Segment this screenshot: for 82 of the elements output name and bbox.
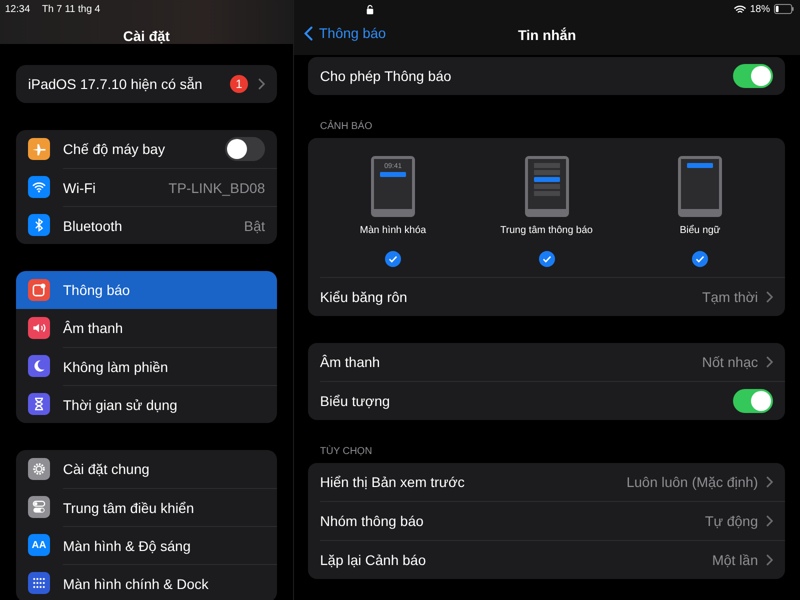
sidebar-item[interactable]: AA Màn hình & Độ sáng: [16, 526, 277, 564]
chevron-icon: [766, 356, 773, 368]
moon-icon: [28, 355, 50, 377]
settings-row[interactable]: Lặp lại Cảnh báo Một lần: [320, 540, 785, 579]
sidebar-item-label: Màn hình chính & Dock: [63, 576, 210, 592]
sidebar-title: Cài đặt: [122, 28, 171, 44]
sidebar-item[interactable]: Thời gian sử dụng: [16, 385, 277, 423]
speaker-icon: [28, 317, 50, 339]
sidebar-item[interactable]: Trung tâm điều khiển: [16, 488, 277, 526]
update-row[interactable]: iPadOS 17.7.10 hiện có sẵn 1: [16, 65, 277, 103]
row-value: Luôn luôn (Mặc định): [626, 474, 758, 490]
update-badge: 1: [230, 75, 248, 93]
page-title: Tin nhắn: [518, 27, 576, 43]
battery-icon: [774, 4, 794, 14]
alert-option-label: Màn hình khóa: [360, 225, 426, 236]
sidebar-item[interactable]: Wi-Fi TP-LINK_BD08: [16, 168, 277, 206]
row-label: Nhóm thông báo: [320, 513, 425, 529]
sidebar-item-label: Trung tâm điều khiển: [63, 500, 195, 516]
section-header: CẢNH BÁO: [319, 119, 374, 134]
row-value: Một lần: [712, 552, 758, 568]
sidebar-item-label: Không làm phiền: [63, 358, 170, 374]
status-time: 12:34: [5, 4, 30, 14]
sidebar-item[interactable]: Chế độ máy bay: [16, 130, 277, 168]
sidebar-item-label: Màn hình & Độ sáng: [63, 538, 192, 554]
hourglass-icon: [28, 393, 50, 415]
text-size-icon: AA: [28, 534, 50, 556]
chevron-icon: [766, 476, 773, 488]
tablet-illustration: [524, 156, 568, 217]
row-value: Tự động: [705, 513, 758, 529]
toggle-switch[interactable]: [733, 389, 773, 413]
sidebar-item[interactable]: Màn hình chính & Dock: [16, 564, 277, 600]
row-value: Tạm thời: [702, 289, 758, 305]
row-label: Lặp lại Cảnh báo: [320, 552, 427, 568]
bluetooth-icon: [28, 214, 50, 236]
alert-option-label: Biểu ngữ: [680, 225, 720, 236]
sidebar-item-label: Thời gian sử dụng: [63, 396, 178, 412]
sidebar-item-label: Thông báo: [63, 282, 131, 298]
sidebar-item[interactable]: Âm thanh: [16, 309, 277, 347]
chevron-icon: [766, 554, 773, 566]
sidebar-item-label: Âm thanh: [63, 320, 124, 336]
tablet-illustration: [678, 156, 722, 217]
update-label: iPadOS 17.7.10 hiện có sẵn: [28, 76, 204, 92]
back-button[interactable]: Thông báo: [302, 23, 388, 43]
checkbox[interactable]: [538, 251, 554, 267]
sidebar-item-label: Bluetooth: [63, 218, 124, 234]
sidebar-item-label: Chế độ máy bay: [63, 141, 166, 157]
sidebar-item-label: Wi-Fi: [63, 180, 97, 196]
row-label: Hiển thị Bản xem trước: [320, 474, 466, 490]
chevron-icon: [258, 78, 265, 90]
lock-icon: [366, 4, 374, 14]
chevron-icon: [766, 291, 773, 303]
gear-icon: [28, 458, 50, 480]
wifi-icon: [28, 176, 50, 198]
checkbox[interactable]: [385, 251, 401, 267]
settings-row[interactable]: Kiểu băng rôn Tạm thời: [320, 277, 785, 316]
sidebar-item-label: Cài đặt chung: [63, 461, 150, 477]
row-value: Nốt nhạc: [702, 354, 758, 370]
alert-option-label: Trung tâm thông báo: [500, 225, 593, 236]
sidebar-item[interactable]: Thông báo: [16, 271, 277, 309]
status-date: Th 7 11 thg 4: [42, 4, 100, 14]
row-label: Âm thanh: [320, 354, 381, 370]
notification-icon: [28, 279, 50, 301]
battery-percent: 18%: [750, 4, 770, 14]
sidebar-item-value: TP-LINK_BD08: [168, 180, 265, 196]
sidebar-item[interactable]: Bluetooth Bật: [16, 206, 277, 244]
switches-icon: [28, 496, 50, 518]
row-label: Cho phép Thông báo: [320, 68, 452, 84]
sidebar-item-value: Bật: [244, 218, 265, 234]
sidebar-item[interactable]: Cài đặt chung: [16, 450, 277, 488]
row-label: Kiểu băng rôn: [320, 289, 408, 305]
airplane-icon: [28, 138, 50, 160]
toggle-switch[interactable]: [733, 64, 773, 88]
checkbox[interactable]: [692, 251, 708, 267]
toggle-switch[interactable]: [225, 137, 265, 161]
row-label: Biểu tượng: [320, 393, 391, 409]
section-header: TÙY CHỌN: [319, 444, 374, 459]
wifi-signal-icon: [734, 4, 746, 14]
sidebar-item[interactable]: Không làm phiền: [16, 347, 277, 385]
app-grid-icon: [28, 572, 50, 594]
settings-row[interactable]: Nhóm thông báo Tự động: [320, 501, 785, 540]
chevron-icon: [766, 515, 773, 527]
chevron-left-icon: [304, 26, 313, 40]
